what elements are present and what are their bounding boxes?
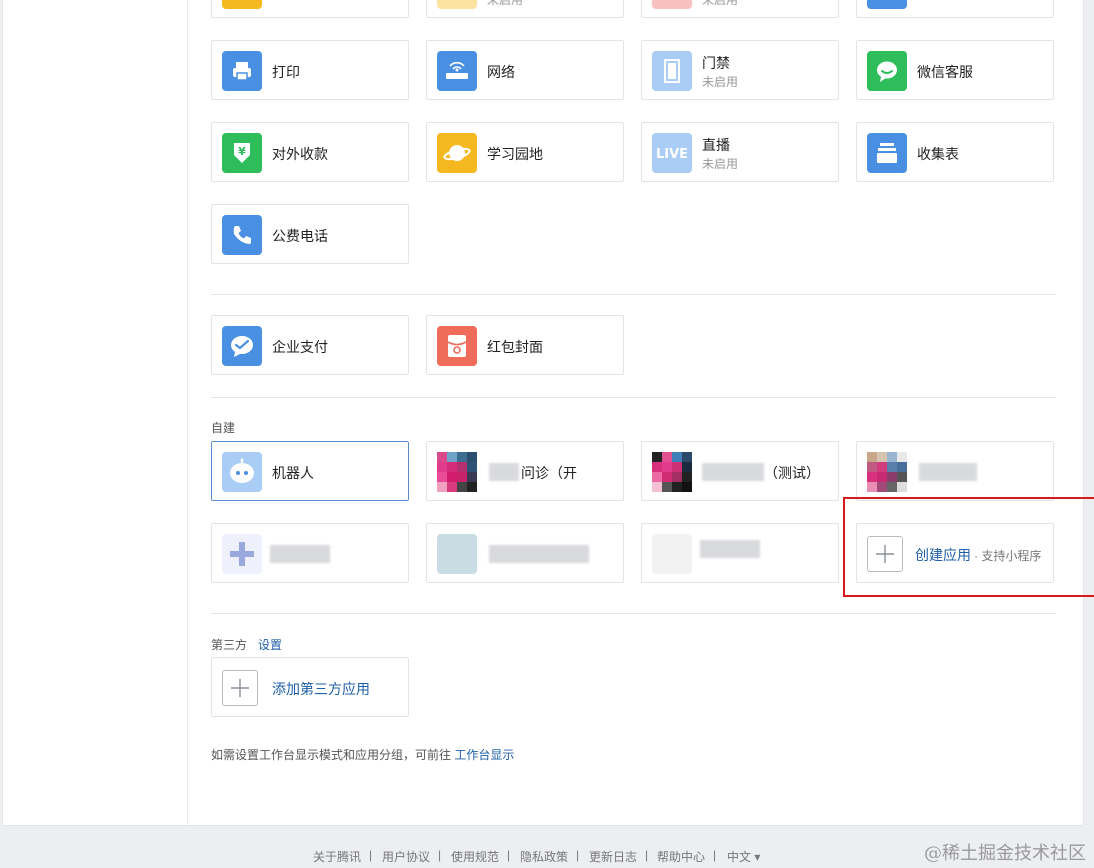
app-card-partial-2[interactable]: 未启用: [426, 0, 624, 18]
section-divider: [211, 613, 1056, 614]
note-text: 如需设置工作台显示模式和应用分组，可前往: [211, 748, 452, 762]
app-card-red-packet[interactable]: 红包封面: [426, 315, 624, 375]
app-name: 微信客服: [917, 64, 973, 80]
section-divider: [211, 294, 1056, 295]
app-icon: [437, 0, 477, 9]
app-card-learning[interactable]: 学习园地: [426, 122, 624, 182]
app-name: 门禁: [702, 55, 730, 71]
footer-separator: |: [507, 848, 511, 862]
app-card-partial-1[interactable]: [211, 0, 409, 18]
live-icon: LIVE: [652, 133, 692, 173]
language-selector[interactable]: 中文 ▾: [727, 848, 760, 865]
blurred-app-icon: [652, 534, 692, 574]
app-name: 对外收款: [272, 146, 328, 162]
app-card-partial-4[interactable]: [856, 0, 1054, 18]
app-card-redacted[interactable]: [211, 523, 409, 583]
footer-separator: |: [713, 848, 717, 862]
self-built-label: 自建: [211, 421, 236, 435]
printer-icon: [222, 51, 262, 91]
plus-app-icon: [222, 534, 262, 574]
app-name: 学习园地: [487, 146, 543, 162]
app-name: 红包封面: [487, 339, 543, 355]
app-card-robot[interactable]: 机器人: [211, 441, 409, 501]
app-card-partial-3[interactable]: 未启用: [641, 0, 839, 18]
door-icon: [652, 51, 692, 91]
watermark: @稀土掘金技术社区: [924, 843, 1086, 864]
redacted-text: [270, 545, 330, 563]
app-name: 收集表: [917, 146, 959, 162]
router-icon: [437, 51, 477, 91]
app-card-external-payment[interactable]: ¥ 对外收款: [211, 122, 409, 182]
app-name: （测试）: [764, 465, 820, 481]
third-party-label: 第三方: [211, 638, 248, 652]
app-card-network[interactable]: 网络: [426, 40, 624, 100]
app-card-collect-form[interactable]: 收集表: [856, 122, 1054, 182]
app-card-test[interactable]: （测试）: [641, 441, 839, 501]
wechat-pay-icon: [222, 326, 262, 366]
footer-separator: |: [645, 848, 649, 862]
planet-icon: [437, 133, 477, 173]
blurred-app-icon: [437, 534, 477, 574]
footer-link-privacy[interactable]: 隐私政策: [520, 848, 568, 865]
workbench-display-link[interactable]: 工作台显示: [454, 748, 514, 762]
app-name: 问诊（开: [521, 465, 577, 481]
app-name: 网络: [487, 64, 515, 80]
mosaic-icon: [867, 452, 907, 492]
phone-icon: [222, 215, 262, 255]
footer-separator: |: [369, 848, 373, 862]
footer-link-help[interactable]: 帮助中心: [657, 848, 705, 865]
yuan-shield-icon: ¥: [222, 133, 262, 173]
robot-icon: [222, 452, 262, 492]
svg-text:LIVE: LIVE: [656, 147, 688, 162]
sidebar: [3, 0, 188, 825]
footer-link-terms[interactable]: 用户协议: [382, 848, 430, 865]
highlight-box: [843, 497, 1094, 597]
app-card-consultation[interactable]: 问诊（开: [426, 441, 624, 501]
redacted-text: [702, 463, 764, 481]
app-card-live[interactable]: LIVE 直播 未启用: [641, 122, 839, 182]
app-card-print[interactable]: 打印: [211, 40, 409, 100]
app-name: 公费电话: [272, 228, 328, 244]
third-party-settings-link[interactable]: 设置: [258, 636, 282, 653]
app-icon: [652, 0, 692, 9]
workbench-display-note: 如需设置工作台显示模式和应用分组，可前往 工作台显示: [211, 746, 514, 763]
redacted-text: [489, 463, 519, 481]
add-third-party-button[interactable]: 添加第三方应用: [211, 657, 409, 717]
footer-separator: |: [576, 848, 580, 862]
redacted-text: [700, 540, 760, 558]
app-name: 企业支付: [272, 339, 328, 355]
app-card-redacted[interactable]: [641, 523, 839, 583]
app-status: 未启用: [702, 157, 739, 171]
app-icon: [867, 0, 907, 9]
add-third-party-label: 添加第三方应用: [272, 681, 370, 697]
app-card-enterprise-pay[interactable]: 企业支付: [211, 315, 409, 375]
footer-link-changelog[interactable]: 更新日志: [589, 848, 637, 865]
footer-link-about[interactable]: 关于腾讯: [313, 848, 361, 865]
app-icon: [222, 0, 262, 9]
app-name: 直播: [702, 137, 730, 153]
app-status: 未启用: [702, 0, 739, 7]
chat-bubble-icon: [867, 51, 907, 91]
svg-text:¥: ¥: [238, 145, 246, 158]
app-status: 未启用: [702, 75, 739, 89]
footer-separator: |: [438, 848, 442, 862]
app-name: 机器人: [272, 465, 314, 481]
red-packet-icon: [437, 326, 477, 366]
section-divider: [211, 397, 1056, 398]
app-name: 打印: [272, 64, 300, 80]
tray-icon: [867, 133, 907, 173]
plus-icon: [222, 670, 258, 706]
app-card-public-phone[interactable]: 公费电话: [211, 204, 409, 264]
app-status: 未启用: [487, 0, 524, 7]
app-card-wechat-service[interactable]: 微信客服: [856, 40, 1054, 100]
mosaic-icon: [437, 452, 477, 492]
app-card-redacted[interactable]: [856, 441, 1054, 501]
mosaic-icon: [652, 452, 692, 492]
footer-link-rules[interactable]: 使用规范: [451, 848, 499, 865]
redacted-text: [489, 545, 589, 563]
app-card-redacted[interactable]: [426, 523, 624, 583]
app-card-access-control[interactable]: 门禁 未启用: [641, 40, 839, 100]
redacted-text: [919, 463, 977, 481]
